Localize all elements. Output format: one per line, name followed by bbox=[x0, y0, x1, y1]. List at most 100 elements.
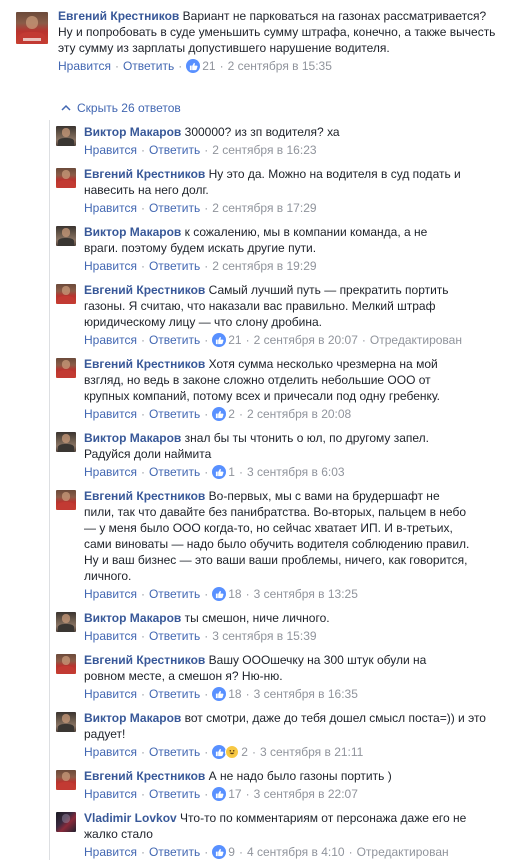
reply-text: 300000? из зп водителя? ха bbox=[184, 125, 340, 139]
avatar[interactable] bbox=[56, 712, 76, 732]
like-reaction-icon[interactable] bbox=[212, 787, 227, 801]
reply-button[interactable]: Ответить bbox=[149, 142, 200, 158]
timestamp[interactable]: 3 сентября в 15:39 bbox=[212, 628, 316, 644]
reply-author[interactable]: Виктор Макаров bbox=[84, 125, 181, 139]
avatar[interactable] bbox=[56, 358, 76, 378]
reply-button[interactable]: Ответить bbox=[149, 686, 200, 702]
like-button[interactable]: Нравится bbox=[84, 200, 137, 216]
like-reaction-icon[interactable] bbox=[212, 587, 227, 601]
timestamp[interactable]: 3 сентября в 16:35 bbox=[254, 686, 358, 702]
reply-actions: Нравится · Ответить · 2 сентября в 19:29 bbox=[84, 258, 317, 274]
comment-body: Евгений Крестников Вариант не парковатьс… bbox=[58, 8, 498, 74]
reply-button[interactable]: Ответить bbox=[149, 464, 200, 480]
like-reaction-icon[interactable] bbox=[186, 59, 201, 73]
reply-text: ты смешон, ниче личного. bbox=[184, 611, 330, 625]
reaction-count[interactable]: 2 bbox=[228, 406, 235, 422]
avatar[interactable] bbox=[56, 226, 76, 246]
like-button[interactable]: Нравится bbox=[58, 58, 111, 74]
reply-author[interactable]: Евгений Крестников bbox=[84, 357, 205, 371]
haha-reaction-icon[interactable] bbox=[225, 745, 240, 759]
edited-label[interactable]: Отредактирован bbox=[370, 332, 462, 348]
avatar[interactable] bbox=[56, 168, 76, 188]
comment-actions: Нравится · Ответить · 21 · 2 сентября в … bbox=[58, 58, 332, 74]
avatar[interactable] bbox=[56, 770, 76, 790]
timestamp[interactable]: 3 сентября в 22:07 bbox=[254, 786, 358, 802]
like-button[interactable]: Нравится bbox=[84, 586, 137, 602]
reply-button[interactable]: Ответить bbox=[149, 200, 200, 216]
reaction-count[interactable]: 1 bbox=[228, 464, 235, 480]
reply-button[interactable]: Ответить bbox=[149, 786, 200, 802]
reply-actions: Нравится · Ответить · 2 · 2 сентября в 20:0… bbox=[84, 406, 352, 422]
avatar[interactable] bbox=[16, 12, 48, 44]
reaction-count[interactable]: 21 bbox=[202, 58, 215, 74]
like-reaction-icon[interactable] bbox=[212, 333, 227, 347]
like-reaction-icon[interactable] bbox=[212, 465, 227, 479]
reply-author[interactable]: Vladimir Lovkov bbox=[84, 811, 177, 825]
reply-author[interactable]: Виктор Макаров bbox=[84, 711, 181, 725]
timestamp[interactable]: 3 сентября в 21:11 bbox=[260, 744, 363, 760]
hide-replies-toggle[interactable]: Скрыть 26 ответов bbox=[61, 101, 181, 115]
reply-actions: Нравится · Ответить · 2 сентября в 16:23 bbox=[84, 142, 317, 158]
reply-author[interactable]: Виктор Макаров bbox=[84, 611, 181, 625]
timestamp[interactable]: 4 сентября в 4:10 bbox=[247, 844, 345, 860]
timestamp[interactable]: 3 сентября в 6:03 bbox=[247, 464, 345, 480]
like-reaction-icon[interactable] bbox=[212, 407, 227, 421]
reply-button[interactable]: Ответить bbox=[123, 58, 174, 74]
reply-actions: Нравится · Ответить · 18 · 3 сентября в 13:… bbox=[84, 586, 358, 602]
like-button[interactable]: Нравится bbox=[84, 142, 137, 158]
timestamp[interactable]: 2 сентября в 20:07 bbox=[254, 332, 358, 348]
reply-button[interactable]: Ответить bbox=[149, 332, 200, 348]
like-button[interactable]: Нравится bbox=[84, 406, 137, 422]
timestamp[interactable]: 2 сентября в 19:29 bbox=[212, 258, 316, 274]
like-button[interactable]: Нравится bbox=[84, 686, 137, 702]
comment-author[interactable]: Евгений Крестников bbox=[58, 9, 179, 23]
reply-button[interactable]: Ответить bbox=[149, 406, 200, 422]
like-button[interactable]: Нравится bbox=[84, 744, 137, 760]
reply-author[interactable]: Евгений Крестников bbox=[84, 167, 205, 181]
reply-text: Во-первых, мы с вами на брудершафт не пи… bbox=[84, 489, 470, 583]
timestamp[interactable]: 2 сентября в 15:35 bbox=[228, 58, 332, 74]
like-reaction-icon[interactable] bbox=[212, 687, 227, 701]
like-button[interactable]: Нравится bbox=[84, 844, 137, 860]
reply-author[interactable]: Виктор Макаров bbox=[84, 225, 181, 239]
reply-author[interactable]: Евгений Крестников bbox=[84, 769, 205, 783]
reaction-count[interactable]: 17 bbox=[228, 786, 241, 802]
reply-author[interactable]: Евгений Крестников bbox=[84, 283, 205, 297]
timestamp[interactable]: 2 сентября в 17:29 bbox=[212, 200, 316, 216]
reaction-count[interactable]: 18 bbox=[228, 586, 241, 602]
avatar[interactable] bbox=[56, 612, 76, 632]
reply-button[interactable]: Ответить bbox=[149, 744, 200, 760]
reply-actions: Нравится · Ответить · 3 сентября в 15:39 bbox=[84, 628, 317, 644]
avatar[interactable] bbox=[56, 654, 76, 674]
like-reaction-icon[interactable] bbox=[212, 745, 227, 759]
avatar[interactable] bbox=[56, 812, 76, 832]
reaction-count[interactable]: 9 bbox=[228, 844, 235, 860]
reply-button[interactable]: Ответить bbox=[149, 258, 200, 274]
reply-button[interactable]: Ответить bbox=[149, 844, 200, 860]
avatar[interactable] bbox=[56, 284, 76, 304]
reaction-count[interactable]: 21 bbox=[228, 332, 241, 348]
reply-author[interactable]: Виктор Макаров bbox=[84, 431, 181, 445]
like-button[interactable]: Нравится bbox=[84, 628, 137, 644]
edited-label[interactable]: Отредактирован bbox=[357, 844, 449, 860]
avatar[interactable] bbox=[56, 490, 76, 510]
reply-button[interactable]: Ответить bbox=[149, 628, 200, 644]
avatar[interactable] bbox=[56, 126, 76, 146]
reply-button[interactable]: Ответить bbox=[149, 586, 200, 602]
like-reaction-icon[interactable] bbox=[212, 845, 227, 859]
reply-actions: Нравится · Ответить · 18 · 3 сентября в 16:… bbox=[84, 686, 358, 702]
timestamp[interactable]: 3 сентября в 13:25 bbox=[254, 586, 358, 602]
like-button[interactable]: Нравится bbox=[84, 464, 137, 480]
avatar[interactable] bbox=[56, 432, 76, 452]
like-button[interactable]: Нравится bbox=[84, 258, 137, 274]
reaction-count[interactable]: 2 bbox=[241, 744, 248, 760]
reply-author[interactable]: Евгений Крестников bbox=[84, 653, 205, 667]
reply-author[interactable]: Евгений Крестников bbox=[84, 489, 205, 503]
reply-actions: Нравится · Ответить · 17 · 3 сентября в 22:… bbox=[84, 786, 358, 802]
timestamp[interactable]: 2 сентября в 16:23 bbox=[212, 142, 316, 158]
timestamp[interactable]: 2 сентября в 20:08 bbox=[247, 406, 351, 422]
like-button[interactable]: Нравится bbox=[84, 786, 137, 802]
reaction-count[interactable]: 18 bbox=[228, 686, 241, 702]
chevron-up-icon bbox=[61, 104, 71, 111]
like-button[interactable]: Нравится bbox=[84, 332, 137, 348]
